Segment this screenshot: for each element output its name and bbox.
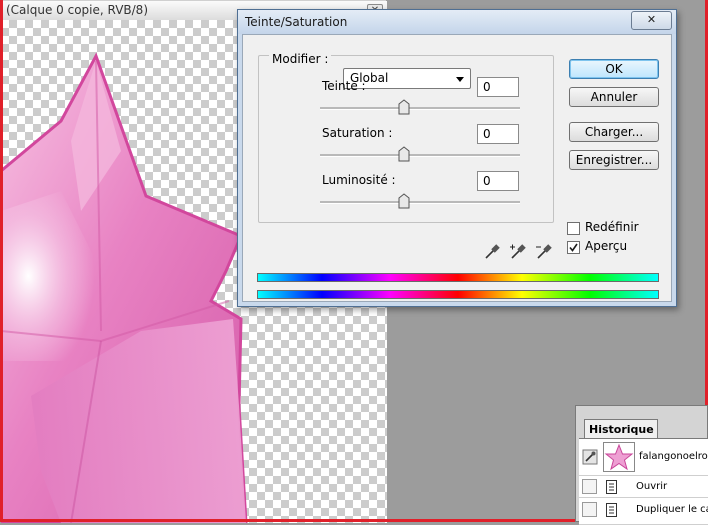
hue-input[interactable]: 0 [477,77,519,97]
ok-button[interactable]: OK [569,59,659,79]
saturation-slider-track[interactable] [320,154,520,157]
eyedropper-minus-icon[interactable] [535,243,553,261]
load-button[interactable]: Charger... [569,122,659,142]
checkmark-icon [569,243,578,252]
modify-groupbox: Global Teinte : 0 Saturation : 0 Luminos… [258,55,554,223]
document-title: (Calque 0 copie, RVB/8) [6,3,149,17]
colorize-label: Redéfinir [585,220,639,234]
hue-saturation-dialog: Teinte/Saturation ✕ Global Teinte : 0 Sa… [237,9,677,307]
history-tab[interactable]: Historique [584,419,658,438]
lightness-slider-thumb[interactable] [398,193,410,209]
lightness-input[interactable]: 0 [477,171,519,191]
history-step-label: Dupliquer le calque [636,504,708,515]
dialog-body: Global Teinte : 0 Saturation : 0 Luminos… [242,34,672,302]
hue-label: Teinte : [322,79,366,93]
snapshot-brush-icon[interactable] [582,449,598,465]
eyedropper-plus-icon[interactable] [509,243,527,261]
lightness-slider-track[interactable] [320,201,520,204]
colorize-checkbox[interactable] [567,222,580,235]
saturation-slider-thumb[interactable] [398,146,410,162]
history-step-toggle[interactable] [582,502,597,517]
hue-slider-track[interactable] [320,107,520,110]
snapshot-name: falangonoelrose [639,451,708,462]
history-document-icon [606,503,617,517]
history-step-toggle[interactable] [582,479,597,494]
history-document-icon [606,480,617,494]
history-panel: Historique falangonoelrose Ouvrir [575,405,708,525]
history-step-row[interactable]: Ouvrir [579,476,708,498]
eyedropper-icon[interactable] [483,243,501,261]
saturation-input[interactable]: 0 [477,124,519,144]
hue-slider-thumb[interactable] [398,99,410,115]
history-list: falangonoelrose Ouvrir Dupliquer le calq… [579,438,708,525]
cancel-button[interactable]: Annuler [569,87,659,107]
source-hue-bar [257,273,659,282]
history-snapshot-row[interactable]: falangonoelrose [579,439,708,476]
preview-label: Aperçu [585,239,628,253]
dialog-titlebar[interactable]: Teinte/Saturation ✕ [238,10,676,34]
saturation-label: Saturation : [322,126,393,140]
lightness-label: Luminosité : [322,173,396,187]
snapshot-thumbnail [603,442,635,472]
history-step-label: Ouvrir [636,481,668,492]
save-button[interactable]: Enregistrer... [569,150,659,170]
frame-left [0,0,3,522]
dialog-title: Teinte/Saturation [245,15,348,29]
chevron-down-icon [456,77,464,82]
dialog-close-button[interactable]: ✕ [631,11,672,30]
modify-label: Modifier : [269,52,332,66]
preview-checkbox[interactable] [567,241,580,254]
history-step-row[interactable]: Dupliquer le calque [579,498,708,525]
result-hue-bar [257,290,659,299]
